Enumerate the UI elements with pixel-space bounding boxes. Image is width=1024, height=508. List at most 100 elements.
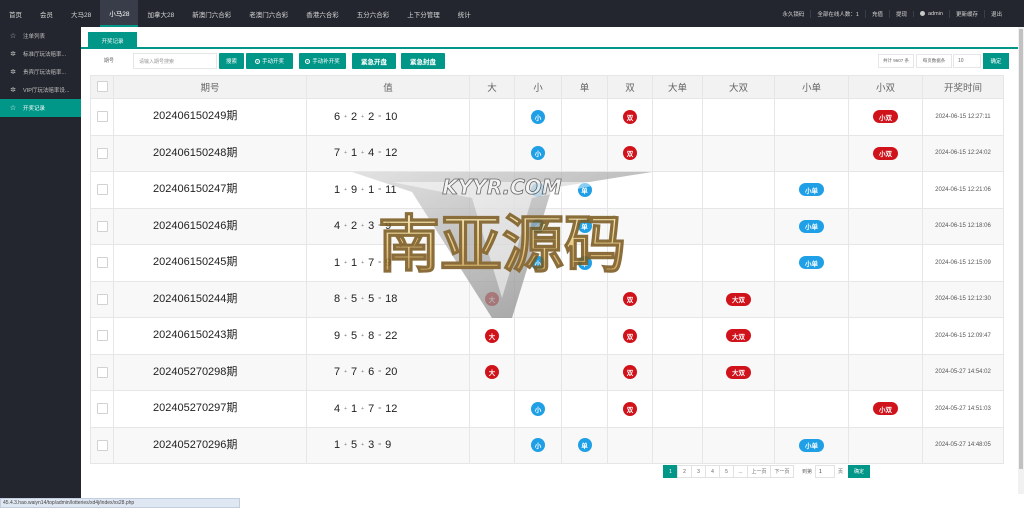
plus-separator: + [361,186,365,193]
equals-separator: = [378,113,382,120]
small-double-badge: 小双 [873,146,898,160]
sidebar-item-2[interactable]: ✲ 贵宾厅玩法赔率... [0,63,81,81]
page-button-2[interactable]: 2 [677,465,692,478]
sidebar-item-0[interactable]: ☆ 注单列表 [0,27,81,45]
row-select-cell [90,280,114,318]
manual-open-button[interactable]: + 手动开奖 [246,53,293,69]
draw-number: 2 [351,110,358,123]
page-button-1[interactable]: 1 [663,465,678,478]
goto-page-input[interactable]: 1 [815,465,836,478]
sum-value: 11 [385,183,397,196]
draw-number: 5 [351,439,358,452]
draw-time-cell: 2024-06-15 12:12:30 [922,280,1004,318]
value-cell: 7 +1 +4 = 12 [306,134,470,172]
row-checkbox[interactable] [96,111,108,123]
double-cell [607,426,653,464]
page-button-4[interactable]: 4 [705,465,720,478]
emergency-open-button[interactable]: 紧急开盘 [352,53,396,69]
big-double-cell [702,390,775,428]
top-nav-menu: 首页 会员 大马28 小马28 加拿大28 新澳门六合彩 老澳门六合彩 香港六合彩 五分六合彩上… [0,0,480,27]
plus-icon: + [254,58,260,64]
topnav-item-10[interactable]: 统计 [449,0,480,27]
draw-number: 8 [368,329,375,342]
table-row[interactable]: 202406150243期 9 +5 +8 = 22 大双大双 2024-06-15 12:0… [90,317,1004,355]
table-row[interactable]: 202406150248期 7 +1 +4 = 12 小双小双 2024-06-15 12:2… [90,134,1004,172]
vertical-scrollbar[interactable] [1018,27,1024,494]
small-single-cell [774,134,849,172]
row-checkbox[interactable] [96,330,108,342]
small-badge: 小 [531,255,545,270]
sidebar-item-label: VIP厅玩法赔率设... [23,88,70,94]
table-row[interactable]: 202406150247期 1 +9 +1 = 11 小单小单 2024-06-15 12:2… [90,171,1004,209]
update-cache-link[interactable]: 更新缓存 [948,9,984,18]
per-page-input[interactable]: 10 [953,54,981,68]
page-button-3[interactable]: 3 [691,465,706,478]
double-badge: 双 [623,401,637,416]
sidebar-item-4[interactable]: ☆ 开奖记录 [0,99,81,117]
manual-open-all-button[interactable]: + 手动补开奖 [299,53,346,69]
double-cell: 双 [607,280,653,318]
table-row[interactable]: 202405270298期 7 +7 +6 = 20 大双大双 2024-05-27 14:5… [90,353,1004,391]
tab-draw-records[interactable]: 开奖记录 [88,32,137,49]
plus-separator: + [344,405,348,412]
row-select-cell [90,244,114,282]
topnav-item-4[interactable]: 加拿大28 [138,0,183,27]
topnav-item-6[interactable]: 老澳门六合彩 [240,0,297,27]
select-all-checkbox[interactable] [96,81,108,93]
topnav-item-2[interactable]: 大马28 [62,0,100,27]
equals-separator: = [378,405,382,412]
sidebar-item-label: 贵宾厅玩法赔率... [23,70,67,76]
column-header: 值 [306,75,470,99]
lock-code-link[interactable]: 永久锁码 [776,10,810,18]
logout-link[interactable]: 退出 [983,9,1008,18]
table-row[interactable]: 202406150246期 4 +2 +3 = 9 小单小单 2024-06-15 12:18… [90,207,1004,245]
sum-value: 12 [385,402,398,415]
topnav-item-5[interactable]: 新澳门六合彩 [183,0,240,27]
topnav-item-8[interactable]: 五分六合彩 [348,0,399,27]
topnav-item-9[interactable]: 上下分管理 [398,0,449,27]
per-page-ok-button[interactable]: 确定 [983,53,1009,69]
search-button[interactable]: 搜索 [219,53,244,69]
small-double-cell [848,280,923,318]
sum-value: 22 [385,329,398,342]
row-checkbox[interactable] [96,366,108,378]
big-cell [469,390,515,428]
draw-number: 4 [334,220,341,233]
sidebar-item-3[interactable]: ✲ VIP厅玩法赔率设... [0,81,81,99]
draw-number: 6 [334,110,341,123]
row-checkbox[interactable] [96,439,108,451]
table-row[interactable]: 202405270297期 4 +1 +7 = 12 小双小双 2024-05-27 14:5… [90,390,1004,428]
draw-number: 9 [351,183,358,196]
topnav-item-1[interactable]: 会员 [31,0,62,27]
sidebar-item-1[interactable]: ✲ 标准厅玩法赔率... [0,45,81,63]
row-checkbox[interactable] [96,293,108,305]
big-badge: 大 [485,328,499,343]
recharge-link[interactable]: 充值 [864,9,889,18]
table-row[interactable]: 202406150249期 6 +2 +2 = 10 小双小双 2024-06-15 12:2… [90,98,1004,136]
next-page-button[interactable]: 下一页 [770,465,794,478]
row-checkbox[interactable] [96,147,108,159]
emergency-close-button[interactable]: 紧急封盘 [401,53,445,69]
topnav-item-3[interactable]: 小马28 [100,0,139,27]
small-single-badge: 小单 [799,256,824,270]
draw-number: 1 [351,256,358,269]
user-menu[interactable]: admin [912,10,949,17]
topnav-item-7[interactable]: 香港六合彩 [297,0,348,27]
row-checkbox[interactable] [96,220,108,232]
row-checkbox[interactable] [96,184,108,196]
plus-separator: + [361,405,365,412]
prev-page-button[interactable]: 上一页 [747,465,771,478]
table-row[interactable]: 202406150244期 8 +5 +5 = 18 大双大双 2024-06-15 12:1… [90,280,1004,318]
search-input[interactable]: 请输入期号搜索 [133,53,217,69]
goto-ok-button[interactable]: 确定 [848,465,871,478]
table-row[interactable]: 202406150245期 1 +1 +7 = 9 小单小单 2024-06-15 12:15… [90,244,1004,282]
withdraw-link[interactable]: 提现 [888,9,913,18]
row-checkbox[interactable] [96,403,108,415]
table-row[interactable]: 202405270296期 1 +5 +3 = 9 小单小单 2024-05-27 14:48… [90,426,1004,464]
page-button-5[interactable]: 5 [719,465,734,478]
topnav-item-0[interactable]: 首页 [0,0,31,27]
row-checkbox[interactable] [96,257,108,269]
scrollbar-thumb[interactable] [1019,29,1023,469]
small-badge: 小 [531,109,545,124]
draw-time-cell: 2024-06-15 12:18:06 [922,207,1004,245]
